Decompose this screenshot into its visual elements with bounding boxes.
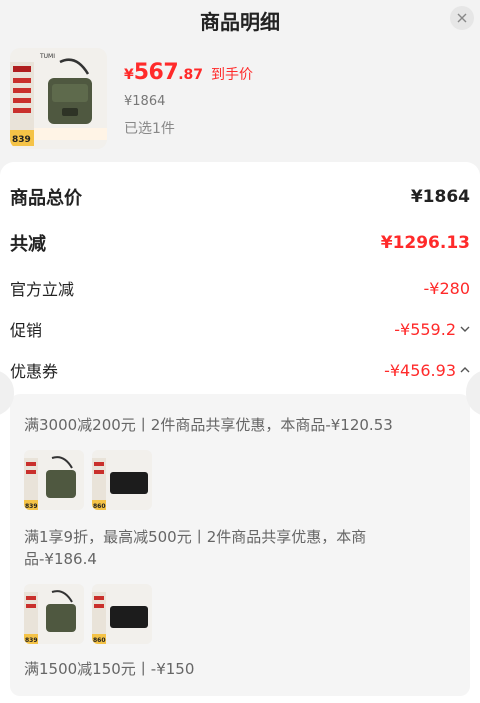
wallet-image: 860: [92, 584, 152, 644]
coupon-value: -¥456.93: [384, 360, 456, 380]
coupon-2-text-line-1: 满1享9折，最高减500元丨2件商品共享优惠，本商: [24, 528, 367, 546]
bag-image: TUMI 839: [10, 48, 107, 149]
official-discount-label: 官方立减: [10, 280, 75, 299]
price-tag: 到手价: [211, 67, 253, 83]
total-price-label: 商品总价: [10, 188, 82, 209]
promotion-value-wrap: -¥559.2: [394, 320, 470, 339]
discount-total-value: ¥1296.13: [380, 233, 470, 253]
chevron-up-icon[interactable]: [460, 366, 470, 374]
promotion-label: 促销: [10, 321, 43, 340]
svg-text:860: 860: [93, 503, 106, 510]
coupon-value-wrap: -¥456.93: [384, 361, 470, 380]
discount-total-label: 共减: [10, 234, 46, 255]
product-summary: TUMI 839 ¥ 567 .87 到手价 ¥1864 已选1件: [10, 48, 470, 150]
svg-text:839: 839: [25, 503, 38, 510]
coupon-details: 满3000减200元丨2件商品共享优惠，本商品-¥120.53 839 860 …: [10, 394, 470, 696]
wallet-image: 860: [92, 450, 152, 510]
selected-count: 已选1件: [124, 121, 175, 137]
svg-text:TUMI: TUMI: [39, 53, 55, 60]
bag-image: 839: [24, 450, 84, 510]
price-integer: 567: [133, 60, 179, 85]
price-decimal: .87: [178, 67, 203, 83]
chevron-down-icon[interactable]: [460, 325, 470, 333]
coupon-1-text: 满3000减200元丨2件商品共享优惠，本商品-¥120.53: [24, 416, 393, 434]
coupon-2-text-line-2: 品-¥186.4: [24, 550, 97, 568]
coupon-label: 优惠券: [10, 362, 59, 381]
coupon-1-item-bag[interactable]: 839: [24, 450, 84, 510]
svg-text:860: 860: [93, 637, 106, 644]
currency-symbol: ¥: [124, 67, 134, 83]
official-discount-row: 官方立减 -¥280: [10, 276, 470, 300]
close-button[interactable]: [450, 6, 474, 30]
coupon-row[interactable]: 优惠券 -¥456.93: [10, 358, 470, 382]
discount-total-row: 共减 ¥1296.13: [10, 230, 470, 256]
final-price: ¥ 567 .87 到手价: [124, 60, 253, 85]
close-icon: [457, 13, 467, 23]
svg-text:839: 839: [12, 135, 31, 145]
promotion-row[interactable]: 促销 -¥559.2: [10, 317, 470, 341]
original-price: ¥1864: [124, 94, 166, 109]
coupon-1-item-wallet[interactable]: 860: [92, 450, 152, 510]
total-price-value: ¥1864: [410, 187, 470, 207]
coupon-3-text: 满1500减150元丨-¥150: [24, 660, 195, 678]
total-price-row: 商品总价 ¥1864: [10, 184, 470, 210]
official-discount-value: -¥280: [423, 278, 471, 298]
svg-text:839: 839: [25, 637, 38, 644]
price-breakdown-panel: 商品总价 ¥1864 共减 ¥1296.13 官方立减 -¥280 促销 -¥5…: [0, 162, 480, 703]
bag-image: 839: [24, 584, 84, 644]
coupon-2-item-bag[interactable]: 839: [24, 584, 84, 644]
product-thumbnail[interactable]: TUMI 839: [10, 48, 107, 149]
header: 商品明细: [0, 0, 480, 40]
promotion-value: -¥559.2: [394, 319, 456, 339]
coupon-2-item-wallet[interactable]: 860: [92, 584, 152, 644]
page-title: 商品明细: [200, 10, 280, 34]
